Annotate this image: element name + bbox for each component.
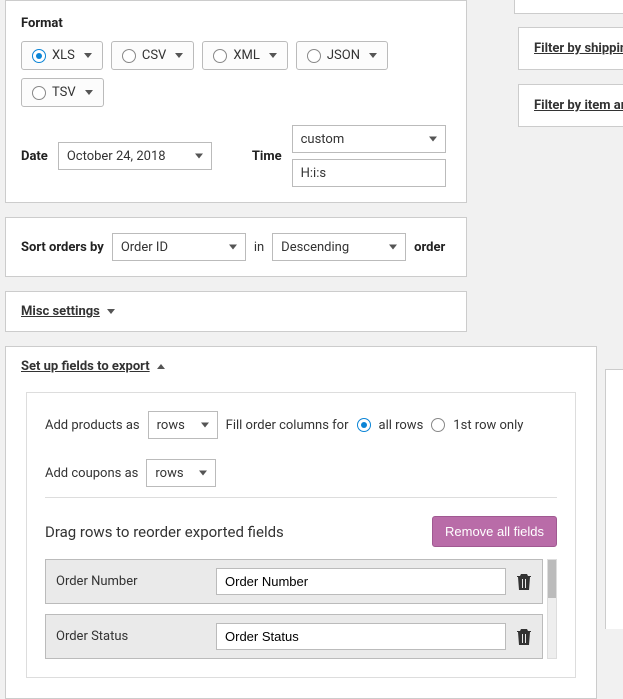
- sort-in-label: in: [254, 240, 264, 255]
- filter-item-button[interactable]: Filter by item an: [518, 84, 623, 127]
- sort-direction-select[interactable]: Descending: [272, 233, 406, 261]
- radio-icon: [307, 49, 321, 63]
- remove-all-button[interactable]: Remove all fields: [432, 516, 557, 547]
- field-row[interactable]: Order Number: [45, 559, 543, 604]
- caret-down-icon: [107, 309, 115, 314]
- time-format-input[interactable]: H:i:s: [292, 159, 446, 187]
- divider: [45, 497, 557, 498]
- products-as-label: Add products as: [45, 418, 140, 433]
- time-preset: custom: [301, 132, 345, 147]
- coupons-as-value: rows: [155, 466, 183, 481]
- scrollbar-thumb[interactable]: [548, 560, 556, 598]
- date-label: Date: [21, 149, 48, 164]
- radio-icon[interactable]: [357, 418, 371, 432]
- caret-down-icon: [175, 53, 183, 58]
- field-row-label: Order Status: [56, 629, 206, 644]
- format-option-label: CSV: [142, 48, 166, 63]
- field-list: Order Number Order Status: [45, 559, 557, 659]
- format-options: XLS CSV XML JSON TSV: [21, 41, 451, 107]
- filter-shipping-label: Filter by shippin: [534, 41, 623, 56]
- caret-down-icon: [85, 90, 93, 95]
- format-label: Format: [21, 16, 451, 31]
- field-row-input[interactable]: [216, 623, 506, 650]
- sort-section: Sort orders by Order ID in Descending or…: [5, 217, 467, 277]
- sort-field: Order ID: [121, 240, 168, 255]
- misc-toggle[interactable]: Misc settings: [6, 292, 466, 331]
- filter-item-label: Filter by item an: [534, 98, 623, 113]
- date-select[interactable]: October 24, 2018: [58, 142, 212, 170]
- scrollbar[interactable]: [547, 559, 557, 659]
- coupons-as-label: Add coupons as: [45, 466, 138, 481]
- caret-down-icon: [369, 53, 377, 58]
- sort-direction: Descending: [281, 240, 349, 255]
- sort-label: Sort orders by: [21, 240, 104, 255]
- format-option-label: XLS: [52, 48, 75, 63]
- format-option-csv[interactable]: CSV: [111, 41, 194, 70]
- date-value: October 24, 2018: [67, 149, 166, 164]
- drag-title: Drag rows to reorder exported fields: [45, 523, 284, 541]
- time-format: H:i:s: [301, 166, 326, 181]
- fields-section: Set up fields to export Add products as …: [5, 346, 597, 699]
- format-option-xls[interactable]: XLS: [21, 41, 103, 70]
- format-option-xml[interactable]: XML: [202, 41, 288, 70]
- fields-toggle[interactable]: Set up fields to export: [6, 347, 596, 386]
- fill-allrows: all rows: [379, 418, 424, 433]
- field-row-input[interactable]: [216, 568, 506, 595]
- coupons-as-select[interactable]: rows: [146, 459, 216, 487]
- misc-section: Misc settings: [5, 291, 467, 332]
- products-as-select[interactable]: rows: [148, 411, 218, 439]
- fill-label: Fill order columns for: [226, 418, 349, 433]
- products-as-value: rows: [157, 418, 185, 433]
- trash-icon[interactable]: [516, 573, 532, 591]
- format-option-tsv[interactable]: TSV: [21, 78, 104, 107]
- time-preset-select[interactable]: custom: [292, 125, 446, 153]
- fill-firstrow: 1st row only: [453, 418, 523, 433]
- radio-icon: [122, 49, 136, 63]
- misc-label: Misc settings: [21, 304, 100, 319]
- caret-down-icon: [269, 53, 277, 58]
- format-option-label: JSON: [327, 48, 360, 63]
- field-row-label: Order Number: [56, 574, 206, 589]
- caret-down-icon: [84, 53, 92, 58]
- trash-icon[interactable]: [516, 628, 532, 646]
- format-option-label: TSV: [52, 85, 76, 100]
- radio-icon[interactable]: [431, 418, 445, 432]
- radio-icon: [213, 49, 227, 63]
- sort-field-select[interactable]: Order ID: [112, 233, 246, 261]
- radio-icon: [32, 49, 46, 63]
- time-label: Time: [252, 149, 282, 164]
- field-row[interactable]: Order Status: [45, 614, 543, 659]
- format-option-json[interactable]: JSON: [296, 41, 388, 70]
- format-option-label: XML: [233, 48, 260, 63]
- format-section: Format XLS CSV XML JSON TSV Date: [5, 0, 467, 203]
- filter-shipping-button[interactable]: Filter by shippin: [518, 27, 623, 70]
- caret-up-icon: [157, 364, 165, 369]
- fields-label: Set up fields to export: [21, 359, 150, 374]
- radio-icon: [32, 86, 46, 100]
- right-panel-partial: [605, 369, 623, 629]
- sort-suffix: order: [414, 240, 445, 255]
